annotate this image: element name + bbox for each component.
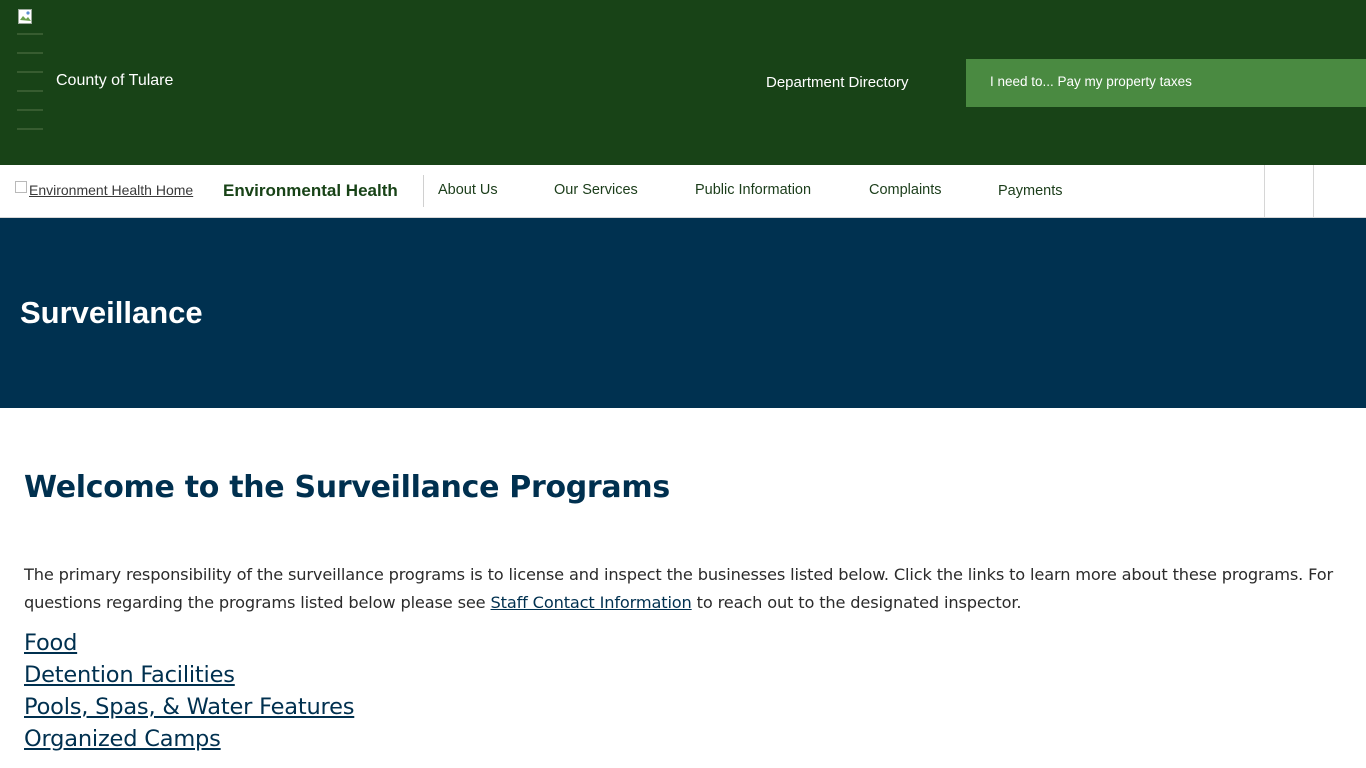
home-image-alt-text: Environment Health Home xyxy=(29,182,194,198)
staff-contact-information-link[interactable]: Staff Contact Information xyxy=(491,593,692,612)
nav-divider xyxy=(423,175,424,207)
site-header: County of Tulare Department Directory I … xyxy=(0,0,1366,165)
site-title[interactable]: Environmental Health xyxy=(223,181,398,201)
broken-image-icon xyxy=(18,9,32,24)
broken-image-icon xyxy=(15,181,27,193)
program-link-food[interactable]: Food xyxy=(24,630,77,656)
page-title: Surveillance xyxy=(20,295,203,330)
county-name-link[interactable]: County of Tulare xyxy=(56,72,173,90)
main-navigation: Environment Health Home Environmental He… xyxy=(0,165,1366,218)
program-links-list: Food Detention Facilities Pools, Spas, &… xyxy=(24,627,1334,755)
program-link-detention-facilities[interactable]: Detention Facilities xyxy=(24,662,235,688)
program-link-pools-spas-water-features[interactable]: Pools, Spas, & Water Features xyxy=(24,694,354,720)
nav-item-public-information[interactable]: Public Information xyxy=(695,182,811,198)
intro-text-end: to reach out to the designated inspector… xyxy=(691,593,1022,612)
menu-button[interactable] xyxy=(1314,165,1362,217)
search-button[interactable] xyxy=(1265,165,1313,217)
page-banner: Surveillance xyxy=(0,218,1366,408)
i-need-to-dropdown[interactable]: I need to... Pay my property taxes xyxy=(966,59,1366,107)
department-directory-link[interactable]: Department Directory xyxy=(766,74,909,91)
program-link-organized-camps[interactable]: Organized Camps xyxy=(24,726,221,752)
list-item: Detention Facilities xyxy=(24,659,1334,691)
list-item: Food xyxy=(24,627,1334,659)
intro-paragraph: The primary responsibility of the survei… xyxy=(24,561,1334,617)
environment-health-home-link[interactable]: Environment Health Home xyxy=(15,181,194,198)
list-item: Organized Camps xyxy=(24,723,1334,755)
main-content: Welcome to the Surveillance Programs The… xyxy=(24,470,1334,755)
nav-item-about-us[interactable]: About Us xyxy=(438,182,498,198)
nav-item-payments[interactable]: Payments xyxy=(998,183,1062,199)
welcome-heading: Welcome to the Surveillance Programs xyxy=(24,470,670,505)
nav-item-our-services[interactable]: Our Services xyxy=(554,182,638,198)
nav-item-complaints[interactable]: Complaints xyxy=(869,182,942,198)
list-item: Pools, Spas, & Water Features xyxy=(24,691,1334,723)
county-logo-image[interactable] xyxy=(17,9,43,157)
logo-alt-text-placeholder xyxy=(17,33,43,147)
